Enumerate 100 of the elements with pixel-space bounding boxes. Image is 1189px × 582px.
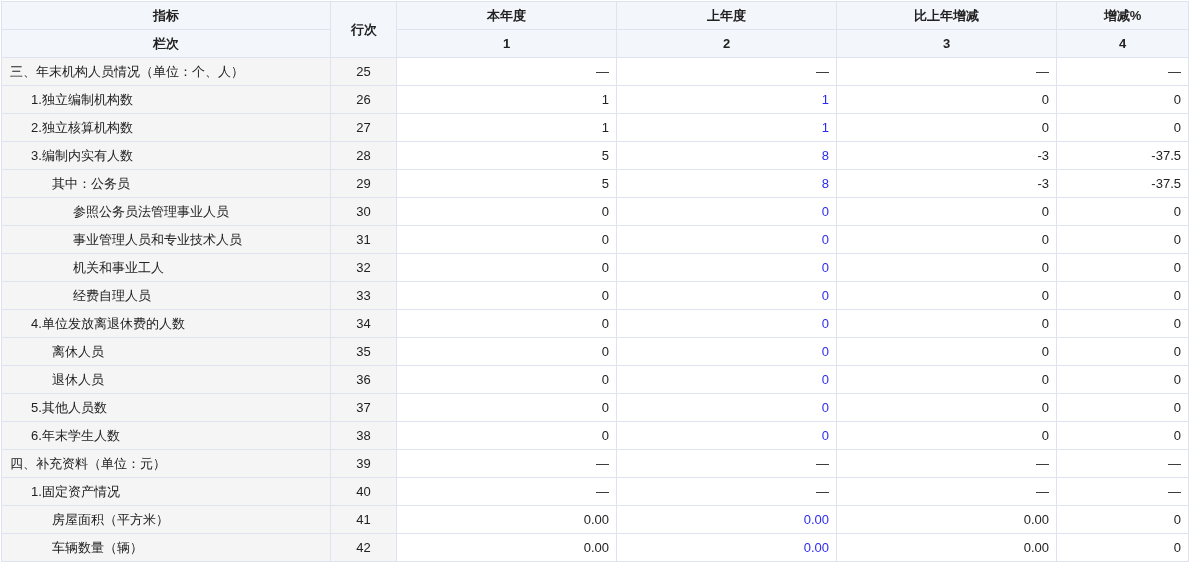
table-cell: 0 (1056, 533, 1189, 562)
row-label: 2.独立核算机构数 (1, 113, 331, 142)
value-link[interactable]: 8 (616, 141, 837, 170)
table-cell: — (836, 57, 1057, 86)
table-cell: 0 (1056, 337, 1189, 366)
table-cell: 0 (1056, 85, 1189, 114)
table-cell: — (396, 449, 617, 478)
column-header: 指标 (1, 1, 331, 30)
table-cell: 0 (836, 253, 1057, 282)
column-number: 4 (1056, 29, 1189, 58)
line-number: 25 (330, 57, 397, 86)
table-cell: 0 (1056, 309, 1189, 338)
line-number: 31 (330, 225, 397, 254)
row-label: 事业管理人员和专业技术人员 (1, 225, 331, 254)
table-cell: -37.5 (1056, 169, 1189, 198)
column-header: 栏次 (1, 29, 331, 58)
line-number: 29 (330, 169, 397, 198)
row-label: 其中：公务员 (1, 169, 331, 198)
row-label: 车辆数量（辆） (1, 533, 331, 562)
table-cell: 0 (1056, 281, 1189, 310)
line-number: 42 (330, 533, 397, 562)
value-link[interactable]: 0 (616, 393, 837, 422)
table-cell: 0 (396, 365, 617, 394)
table-cell: — (396, 57, 617, 86)
table-cell: — (1056, 449, 1189, 478)
line-number: 28 (330, 141, 397, 170)
row-label: 1.固定资产情况 (1, 477, 331, 506)
row-label: 三、年末机构人员情况（单位：个、人） (1, 57, 331, 86)
table-cell: 0 (836, 337, 1057, 366)
column-number: 2 (616, 29, 837, 58)
table-cell: 0 (1056, 253, 1189, 282)
row-label: 机关和事业工人 (1, 253, 331, 282)
line-number: 38 (330, 421, 397, 450)
value-link[interactable]: 1 (616, 85, 837, 114)
value-link[interactable]: 1 (616, 113, 837, 142)
row-label: 3.编制内实有人数 (1, 141, 331, 170)
table-cell: 0.00 (396, 505, 617, 534)
line-number: 37 (330, 393, 397, 422)
table-cell: -3 (836, 141, 1057, 170)
table-cell: 0.00 (396, 533, 617, 562)
value-link[interactable]: 0 (616, 337, 837, 366)
table-cell: 0 (1056, 365, 1189, 394)
value-link[interactable]: 0 (616, 365, 837, 394)
column-header: 本年度 (396, 1, 617, 30)
table-cell: 1 (396, 113, 617, 142)
column-header: 增减% (1056, 1, 1189, 30)
table-cell: 0 (1056, 421, 1189, 450)
column-number: 1 (396, 29, 617, 58)
row-label: 离休人员 (1, 337, 331, 366)
table-cell: 0.00 (836, 533, 1057, 562)
table-cell: 0 (1056, 505, 1189, 534)
line-number: 30 (330, 197, 397, 226)
row-label: 1.独立编制机构数 (1, 85, 331, 114)
table-cell: — (616, 449, 837, 478)
table-cell: 0 (836, 197, 1057, 226)
row-label: 退休人员 (1, 365, 331, 394)
value-link[interactable]: 0.00 (616, 533, 837, 562)
line-number: 35 (330, 337, 397, 366)
table-cell: 0 (1056, 393, 1189, 422)
table-cell: 0 (836, 309, 1057, 338)
table-cell: 0 (396, 197, 617, 226)
table-cell: 0 (836, 113, 1057, 142)
column-header: 行次 (330, 1, 397, 58)
table-cell: 0 (836, 393, 1057, 422)
line-number: 39 (330, 449, 397, 478)
row-label: 4.单位发放离退休费的人数 (1, 309, 331, 338)
table-cell: 0 (396, 393, 617, 422)
value-link[interactable]: 0 (616, 253, 837, 282)
table-cell: 0 (396, 225, 617, 254)
table-cell: 0 (836, 225, 1057, 254)
table-cell: — (836, 449, 1057, 478)
line-number: 40 (330, 477, 397, 506)
row-label: 6.年末学生人数 (1, 421, 331, 450)
table-cell: -3 (836, 169, 1057, 198)
row-label: 经费自理人员 (1, 281, 331, 310)
table-cell: 0 (396, 253, 617, 282)
value-link[interactable]: 0.00 (616, 505, 837, 534)
value-link[interactable]: 0 (616, 197, 837, 226)
value-link[interactable]: 0 (616, 309, 837, 338)
table-cell: 0 (836, 85, 1057, 114)
line-number: 36 (330, 365, 397, 394)
row-label: 5.其他人员数 (1, 393, 331, 422)
table-cell: 0.00 (836, 505, 1057, 534)
table-cell: — (836, 477, 1057, 506)
row-label: 四、补充资料（单位：元） (1, 449, 331, 478)
table-cell: 5 (396, 169, 617, 198)
value-link[interactable]: 8 (616, 169, 837, 198)
table-cell: 5 (396, 141, 617, 170)
table-cell: — (1056, 57, 1189, 86)
line-number: 34 (330, 309, 397, 338)
line-number: 27 (330, 113, 397, 142)
table-cell: 0 (1056, 197, 1189, 226)
table-cell: 0 (836, 421, 1057, 450)
value-link[interactable]: 0 (616, 421, 837, 450)
value-link[interactable]: 0 (616, 281, 837, 310)
table-cell: 0 (1056, 225, 1189, 254)
line-number: 32 (330, 253, 397, 282)
table-cell: — (616, 57, 837, 86)
value-link[interactable]: 0 (616, 225, 837, 254)
line-number: 33 (330, 281, 397, 310)
